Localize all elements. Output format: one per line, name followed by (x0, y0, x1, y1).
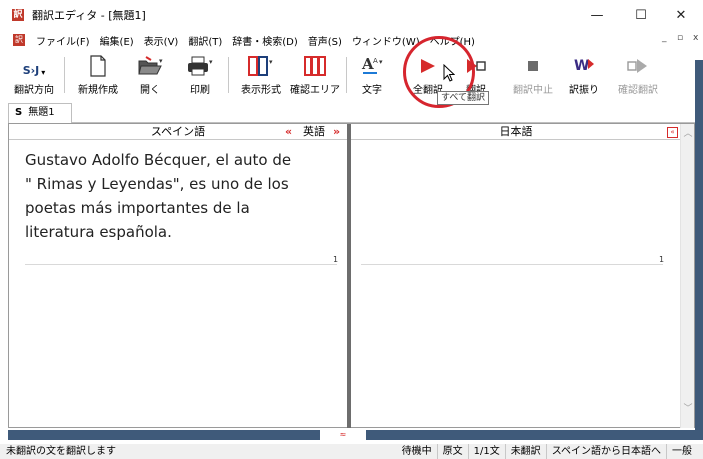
toolbar-separator (228, 57, 229, 93)
menu-dictionary[interactable]: 辞書・検索(D) (227, 33, 303, 48)
menu-edit[interactable]: 編集(E) (95, 33, 139, 48)
source-header: スペイン語 « 英語 » (9, 124, 347, 140)
status-bar: 未翻訳の文を翻訳します 待機中 原文 1/1文 未翻訳 スペイン語から日本語へ … (0, 444, 703, 459)
confirm-area-button[interactable]: 確認エリア (290, 51, 340, 97)
close-button[interactable]: ✕ (659, 0, 703, 30)
expand-bottom-panel-button[interactable]: ≈ (320, 430, 366, 440)
assign-label: 訳振り (569, 85, 599, 96)
direction-button[interactable]: S›J ▾ 翻訳方向 (10, 51, 58, 97)
svg-text:▾: ▾ (269, 58, 273, 66)
toolbar-separator (64, 57, 65, 93)
collapse-pane-button[interactable]: « (667, 127, 678, 138)
target-sentence-number: 1 (659, 255, 665, 264)
status-fields: 待機中 原文 1/1文 未翻訳 スペイン語から日本語へ 一般 (397, 444, 697, 459)
font-size-icon: A A ▾ (360, 51, 384, 77)
target-language: 日本語 (499, 125, 533, 138)
status-state: 待機中 (401, 446, 432, 457)
source-language: スペイン語 (150, 125, 206, 138)
window-title: 翻訳エディタ - [無題1] (32, 9, 146, 22)
view-format-icon: ▾ (246, 51, 276, 77)
stop-label: 翻訳中止 (513, 85, 553, 96)
source-line: poetas más importantes de la (25, 199, 250, 217)
mdi-close-button[interactable]: x (693, 33, 698, 43)
svg-text:▾: ▾ (209, 58, 213, 66)
stop-button[interactable]: 翻訳中止 (506, 51, 560, 97)
toolbar: S›J ▾ 翻訳方向 新規作成 ▾ 開く ▾ 印刷 ▾ 表示形式 確認エリア A… (8, 51, 703, 97)
source-pane[interactable]: Gustavo Adolfo Bécquer, el auto de " Rim… (9, 140, 347, 428)
pivot-language: 英語 (303, 125, 325, 138)
swap-right-button[interactable]: » (333, 124, 340, 140)
tab-label: 無題1 (28, 107, 55, 118)
view-format-label: 表示形式 (241, 85, 281, 96)
scroll-down-icon[interactable]: ﹀ (681, 401, 695, 414)
source-line: " Rimas y Leyendas", es uno de los (25, 175, 289, 193)
new-button[interactable]: 新規作成 (72, 51, 124, 97)
status-field: 一般 (666, 444, 697, 459)
svg-text:▾: ▾ (379, 58, 383, 66)
print-label: 印刷 (190, 85, 210, 96)
document-tabs: S 無題1 (8, 103, 703, 123)
status-mode: 原文 (436, 444, 468, 459)
minimize-button[interactable]: — (575, 0, 619, 30)
view-format-button[interactable]: ▾ 表示形式 (234, 51, 288, 97)
menu-translate[interactable]: 翻訳(T) (183, 33, 227, 48)
source-line: Gustavo Adolfo Bécquer, el auto de (25, 151, 292, 169)
svg-text:A: A (373, 57, 378, 65)
confirm-translate-button[interactable]: 確認翻訳 (610, 51, 666, 97)
target-header: 日本語 (351, 124, 681, 140)
new-document-icon (89, 51, 107, 77)
font-label: 文字 (362, 85, 382, 96)
mdi-minimize-button[interactable]: _ (662, 33, 667, 43)
confirm-translate-icon (626, 51, 650, 77)
sentence-separator (361, 264, 663, 265)
source-sentence-number: 1 (333, 255, 339, 264)
maximize-button[interactable]: ☐ (619, 0, 663, 30)
assign-button[interactable]: W 訳振り (564, 51, 604, 97)
status-direction: スペイン語から日本語へ (545, 444, 666, 459)
mouse-cursor-icon (443, 63, 456, 85)
status-position: 1/1文 (467, 444, 505, 459)
doc-icon[interactable]: 訳 (13, 34, 25, 46)
scroll-up-icon[interactable]: ︿ (681, 126, 695, 139)
assign-icon: W (573, 51, 595, 77)
direction-icon: S›J ▾ (22, 64, 46, 77)
svg-text:W: W (574, 58, 589, 74)
tab-document[interactable]: S 無題1 (8, 103, 72, 123)
menu-bar: 訳 ファイル(F) 編集(E) 表示(V) 翻訳(T) 辞書・検索(D) 音声(… (0, 30, 703, 50)
menu-file[interactable]: ファイル(F) (31, 33, 95, 48)
source-sentence[interactable]: Gustavo Adolfo Bécquer, el auto de " Rim… (25, 148, 345, 244)
mdi-restore-button[interactable]: ▫ (677, 33, 683, 43)
status-translated: 未翻訳 (504, 444, 546, 459)
menu-view[interactable]: 表示(V) (139, 33, 184, 48)
translation-editor: スペイン語 « 英語 » 日本語 « Gustavo Adolfo Bécque… (8, 123, 695, 428)
svg-text:▾: ▾ (159, 57, 163, 65)
confirm-area-icon (303, 51, 327, 77)
open-button[interactable]: ▾ 開く (130, 51, 170, 97)
printer-icon: ▾ (186, 51, 214, 77)
print-button[interactable]: ▾ 印刷 (180, 51, 220, 97)
target-pane[interactable]: 1 (351, 140, 681, 428)
vertical-scrollbar[interactable]: ︿ ﹀ (680, 124, 694, 428)
confirm-area-label: 確認エリア (290, 85, 340, 96)
sentence-separator (25, 264, 337, 265)
status-message: 未翻訳の文を翻訳します (6, 446, 116, 457)
title-bar: 訳 翻訳エディタ - [無題1] — ☐ ✕ (0, 0, 703, 30)
side-panel-edge[interactable] (695, 60, 703, 432)
open-folder-icon: ▾ (137, 51, 163, 77)
stop-icon (525, 51, 541, 77)
confirm-translate-label: 確認翻訳 (618, 85, 658, 96)
menu-voice[interactable]: 音声(S) (303, 33, 347, 48)
tooltip: すべて翻訳 (437, 91, 490, 105)
font-button[interactable]: A A ▾ 文字 (354, 51, 390, 97)
source-line: literatura española. (25, 223, 172, 241)
toolbar-separator (346, 57, 347, 93)
open-label: 開く (140, 85, 160, 96)
tab-prefix: S (15, 107, 23, 118)
direction-label: 翻訳方向 (14, 85, 54, 96)
app-icon: 訳 (12, 9, 24, 21)
swap-left-button[interactable]: « (285, 124, 292, 140)
new-label: 新規作成 (78, 85, 118, 96)
